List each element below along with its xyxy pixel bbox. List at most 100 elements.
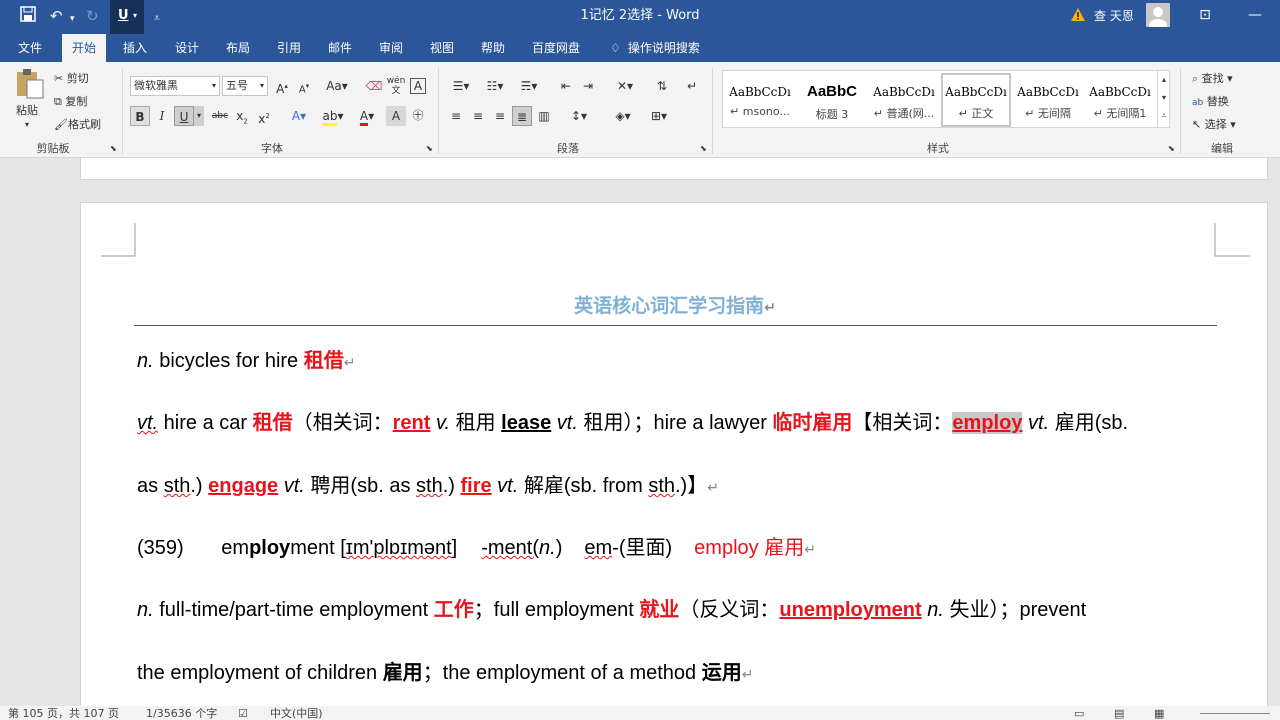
tab-mailings[interactable]: 邮件 xyxy=(318,34,362,62)
text-effects-icon[interactable]: A▾ xyxy=(284,106,314,126)
chevron-down-icon[interactable]: ▾ xyxy=(1158,89,1170,107)
style-heading-3[interactable]: AaBbC 标题 3 xyxy=(797,73,867,127)
tell-me-search[interactable]: ♢ 操作说明搜索 xyxy=(604,34,710,62)
sort-icon[interactable]: ⇅ xyxy=(652,76,672,96)
text-line: as sth.) engage vt. 聘用(sb. as sth.) fire… xyxy=(137,473,719,500)
print-layout-icon[interactable]: ▤ xyxy=(1114,708,1124,720)
web-layout-icon[interactable]: ▦ xyxy=(1154,708,1164,720)
asian-layout-icon[interactable]: ✕▾ xyxy=(610,76,640,96)
decrease-indent-icon[interactable]: ⇤ xyxy=(556,76,576,96)
paragraph-launcher-icon[interactable]: ⬊ xyxy=(700,142,707,156)
font-name-box[interactable]: 微软雅黑 ▾ xyxy=(130,76,220,96)
bold-icon[interactable]: B xyxy=(130,106,150,126)
status-bar: 第 105 页，共 107 页 1/35636 个字 ☑ 中文(中国) ▭ ▤ … xyxy=(0,706,1280,720)
shading-icon[interactable]: ◈▾ xyxy=(608,106,638,126)
replace-button[interactable]: ab 替换 xyxy=(1192,95,1229,110)
multilevel-list-icon[interactable]: ☴▾ xyxy=(514,76,544,96)
replace-icon: ab xyxy=(1192,98,1204,108)
distributed-icon[interactable]: ▥ xyxy=(534,106,554,126)
word-root: ploy xyxy=(249,537,291,559)
proofing-icon[interactable]: ☑ xyxy=(238,708,248,720)
user-name[interactable]: 查 天恩 xyxy=(1094,8,1134,24)
text-run: sth xyxy=(416,475,443,497)
strikethrough-icon[interactable]: abc xyxy=(210,106,230,126)
format-painter-button[interactable]: 🖌格式刷 xyxy=(54,118,101,132)
minimize-icon[interactable]: — xyxy=(1240,6,1270,24)
copy-button[interactable]: ⧉ 复制 xyxy=(54,95,87,109)
vertical-scrollbar[interactable] xyxy=(1269,158,1280,706)
justify-icon[interactable]: ≣ xyxy=(512,106,532,126)
avatar[interactable] xyxy=(1146,3,1170,27)
chevron-up-icon[interactable]: ▴ xyxy=(1158,71,1170,89)
tab-insert[interactable]: 插入 xyxy=(113,34,157,62)
style-no-spacing-1[interactable]: AaBbCcDı ↵ 无间隔1 xyxy=(1085,73,1155,127)
subscript-icon[interactable]: x2 xyxy=(232,106,252,126)
word-count[interactable]: 1/35636 个字 xyxy=(146,708,217,720)
clear-formatting-icon[interactable]: ⌫ xyxy=(364,76,384,96)
line-spacing-icon[interactable]: ↕▾ xyxy=(564,106,594,126)
text-run: .)】 xyxy=(675,475,708,497)
paste-dropdown-icon: ▾ xyxy=(25,120,30,129)
zoom-slider[interactable] xyxy=(1200,713,1270,714)
change-case-icon[interactable]: Aa▾ xyxy=(322,76,352,96)
page-count[interactable]: 第 105 页，共 107 页 xyxy=(8,708,119,720)
font-launcher-icon[interactable]: ⬊ xyxy=(426,142,433,156)
more-styles-icon[interactable]: ⩡ xyxy=(1158,107,1170,125)
character-border-icon[interactable]: A xyxy=(410,78,426,94)
editing-group-label: 编辑 xyxy=(1211,142,1233,155)
font-color-icon[interactable]: A▾ xyxy=(352,106,382,126)
tab-baidu-netdisk[interactable]: 百度网盘 xyxy=(522,34,590,62)
borders-icon[interactable]: ⊞▾ xyxy=(644,106,674,126)
read-mode-icon[interactable]: ▭ xyxy=(1074,708,1084,720)
ribbon-display-icon[interactable]: ⊡ xyxy=(1190,6,1220,24)
style-no-spacing[interactable]: AaBbCcDı ↵ 无间隔 xyxy=(1013,73,1083,127)
tab-file[interactable]: 文件 xyxy=(8,34,52,62)
styles-launcher-icon[interactable]: ⬊ xyxy=(1168,142,1175,156)
show-marks-icon[interactable]: ↵ xyxy=(682,76,702,96)
tab-help[interactable]: 帮助 xyxy=(471,34,515,62)
page[interactable]: 英语核心词汇学习指南↵ n. bicycles for hire 租借↵ vt.… xyxy=(80,202,1268,706)
align-left-icon[interactable]: ≡ xyxy=(446,106,466,126)
style-normal[interactable]: AaBbCcDı ↵ 正文 xyxy=(941,73,1011,127)
styles-scroll[interactable]: ▴ ▾ ⩡ xyxy=(1157,71,1170,127)
enclose-characters-icon[interactable]: ㊉ xyxy=(408,106,428,126)
underline-icon[interactable]: U xyxy=(174,106,194,126)
style-normal-web[interactable]: AaBbCcDı ↵ 普通(网... xyxy=(869,73,939,127)
tab-view[interactable]: 视图 xyxy=(420,34,464,62)
suffix: -ment( xyxy=(481,537,540,559)
clipboard-launcher-icon[interactable]: ⬊ xyxy=(110,142,117,156)
paste-button[interactable]: 粘贴 ▾ xyxy=(12,68,48,129)
tab-design[interactable]: 设计 xyxy=(165,34,209,62)
italic-icon[interactable]: I xyxy=(152,106,172,126)
grow-font-icon[interactable]: A▴ xyxy=(272,76,292,96)
style-msonormal[interactable]: AaBbCcDı ↵ msono... xyxy=(725,73,795,127)
title-bar: ↶ ▾ ↻ U ▾ ⩡ 1记忆 2选择 - Word 查 天恩 ⊡ — xyxy=(0,0,1280,34)
language-status[interactable]: 中文(中国) xyxy=(270,708,323,720)
character-shading-icon[interactable]: A xyxy=(386,106,406,126)
superscript-icon[interactable]: x2 xyxy=(254,106,274,126)
select-button[interactable]: ↖ 选择 ▾ xyxy=(1192,118,1236,132)
numbering-icon[interactable]: ☷▾ xyxy=(480,76,510,96)
underline-dropdown-icon[interactable]: ▾ xyxy=(194,106,204,126)
warning-icon[interactable] xyxy=(1071,8,1085,22)
text-line: (359) employment [ɪm'plɒɪmənt] -ment(n.) e… xyxy=(137,535,816,562)
entry-number: (359) xyxy=(137,537,184,559)
tab-references[interactable]: 引用 xyxy=(267,34,311,62)
cut-button[interactable]: ✂ 剪切 xyxy=(54,72,89,86)
tab-review[interactable]: 审阅 xyxy=(369,34,413,62)
text-line: vt. hire a car 租借（相关词：rent v. 租用 lease v… xyxy=(137,410,1128,436)
find-button[interactable]: ⌕ 查找 ▾ xyxy=(1192,72,1233,86)
align-right-icon[interactable]: ≡ xyxy=(490,106,510,126)
increase-indent-icon[interactable]: ⇥ xyxy=(578,76,598,96)
align-center-icon[interactable]: ≡ xyxy=(468,106,488,126)
phonetic-guide-icon[interactable]: wén 文 xyxy=(386,76,406,96)
tab-home[interactable]: 开始 xyxy=(62,34,107,62)
shrink-font-icon[interactable]: A▾ xyxy=(294,76,314,96)
bullets-icon[interactable]: ☰▾ xyxy=(446,76,476,96)
font-size-box[interactable]: 五号 ▾ xyxy=(222,76,268,96)
paragraph-mark: ↵ xyxy=(741,666,754,682)
keyword-en-selected[interactable]: employ xyxy=(952,412,1023,434)
tab-layout[interactable]: 布局 xyxy=(216,34,260,62)
style-preview: AaBbCcDı xyxy=(1089,85,1151,99)
highlight-color-icon[interactable]: ab▾ xyxy=(318,106,348,126)
